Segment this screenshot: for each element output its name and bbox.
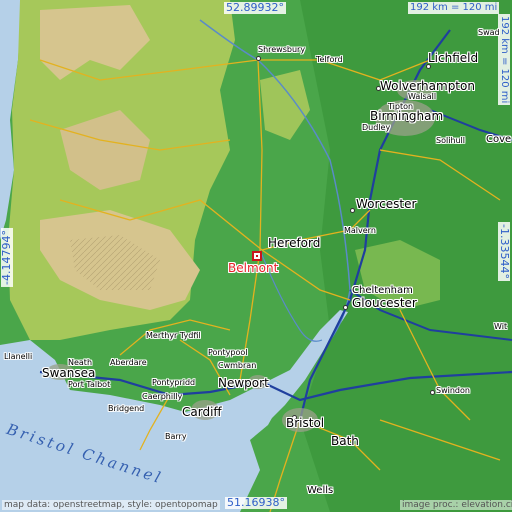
- location-marker-icon[interactable]: [252, 251, 262, 261]
- place-label: Aberdare: [110, 358, 147, 367]
- highlighted-place-label: Belmont: [228, 261, 279, 275]
- place-label: Swad: [478, 28, 500, 37]
- place-label: Cardiff: [182, 405, 222, 419]
- place-label: Gloucester: [352, 296, 417, 310]
- place-label: Solihull: [436, 136, 466, 145]
- place-label: Newport: [218, 376, 269, 390]
- place-dot: [343, 305, 348, 310]
- scale-bar-top: 192 km = 120 mi: [408, 2, 500, 14]
- place-dot: [430, 390, 435, 395]
- place-label: Swansea: [42, 366, 96, 380]
- place-label: Wells: [307, 485, 334, 496]
- top-latitude-label: 52.89932°: [224, 1, 286, 14]
- bottom-latitude-label: 51.16938°: [225, 496, 287, 509]
- place-label: Cheltenham: [352, 285, 413, 296]
- place-label: Bath: [331, 434, 359, 448]
- place-label: Bristol: [286, 416, 325, 430]
- place-label: Lichfield: [428, 51, 479, 65]
- place-label: Shrewsbury: [258, 45, 306, 54]
- place-label: Cwmbran: [218, 361, 257, 370]
- map[interactable]: 52.89932° 51.16938° -4.14794° -1.33544° …: [0, 0, 512, 512]
- place-label: Cove: [486, 134, 512, 145]
- place-label: Wit: [494, 322, 508, 331]
- place-label: Pontypridd: [152, 378, 196, 387]
- map-attribution: map data: openstreetmap, style: opentopo…: [2, 500, 220, 510]
- place-label: Dudley: [362, 123, 391, 132]
- place-label: Birmingham: [370, 109, 444, 123]
- place-dot: [350, 208, 355, 213]
- place-label: Bridgend: [108, 404, 145, 413]
- place-label: Swindon: [436, 386, 470, 395]
- place-label: Telford: [316, 55, 343, 64]
- image-attribution: image proc.: elevation.city: [400, 500, 512, 510]
- left-longitude-label: -4.14794°: [0, 228, 13, 287]
- place-label: Port Talbot: [68, 380, 111, 389]
- place-label: Malvern: [344, 226, 376, 235]
- place-label: Llanelli: [4, 352, 33, 361]
- place-label: Walsall: [408, 92, 437, 101]
- place-dot: [256, 56, 261, 61]
- place-label: Barry: [165, 432, 187, 441]
- place-label: Hereford: [268, 236, 321, 250]
- place-label: Pontypool: [208, 348, 248, 357]
- place-label: Merthyr Tydfil: [146, 331, 201, 340]
- place-label: Worcester: [356, 197, 417, 211]
- place-label: Caerphilly: [142, 392, 183, 401]
- right-longitude-label: -1.33544°: [498, 222, 511, 281]
